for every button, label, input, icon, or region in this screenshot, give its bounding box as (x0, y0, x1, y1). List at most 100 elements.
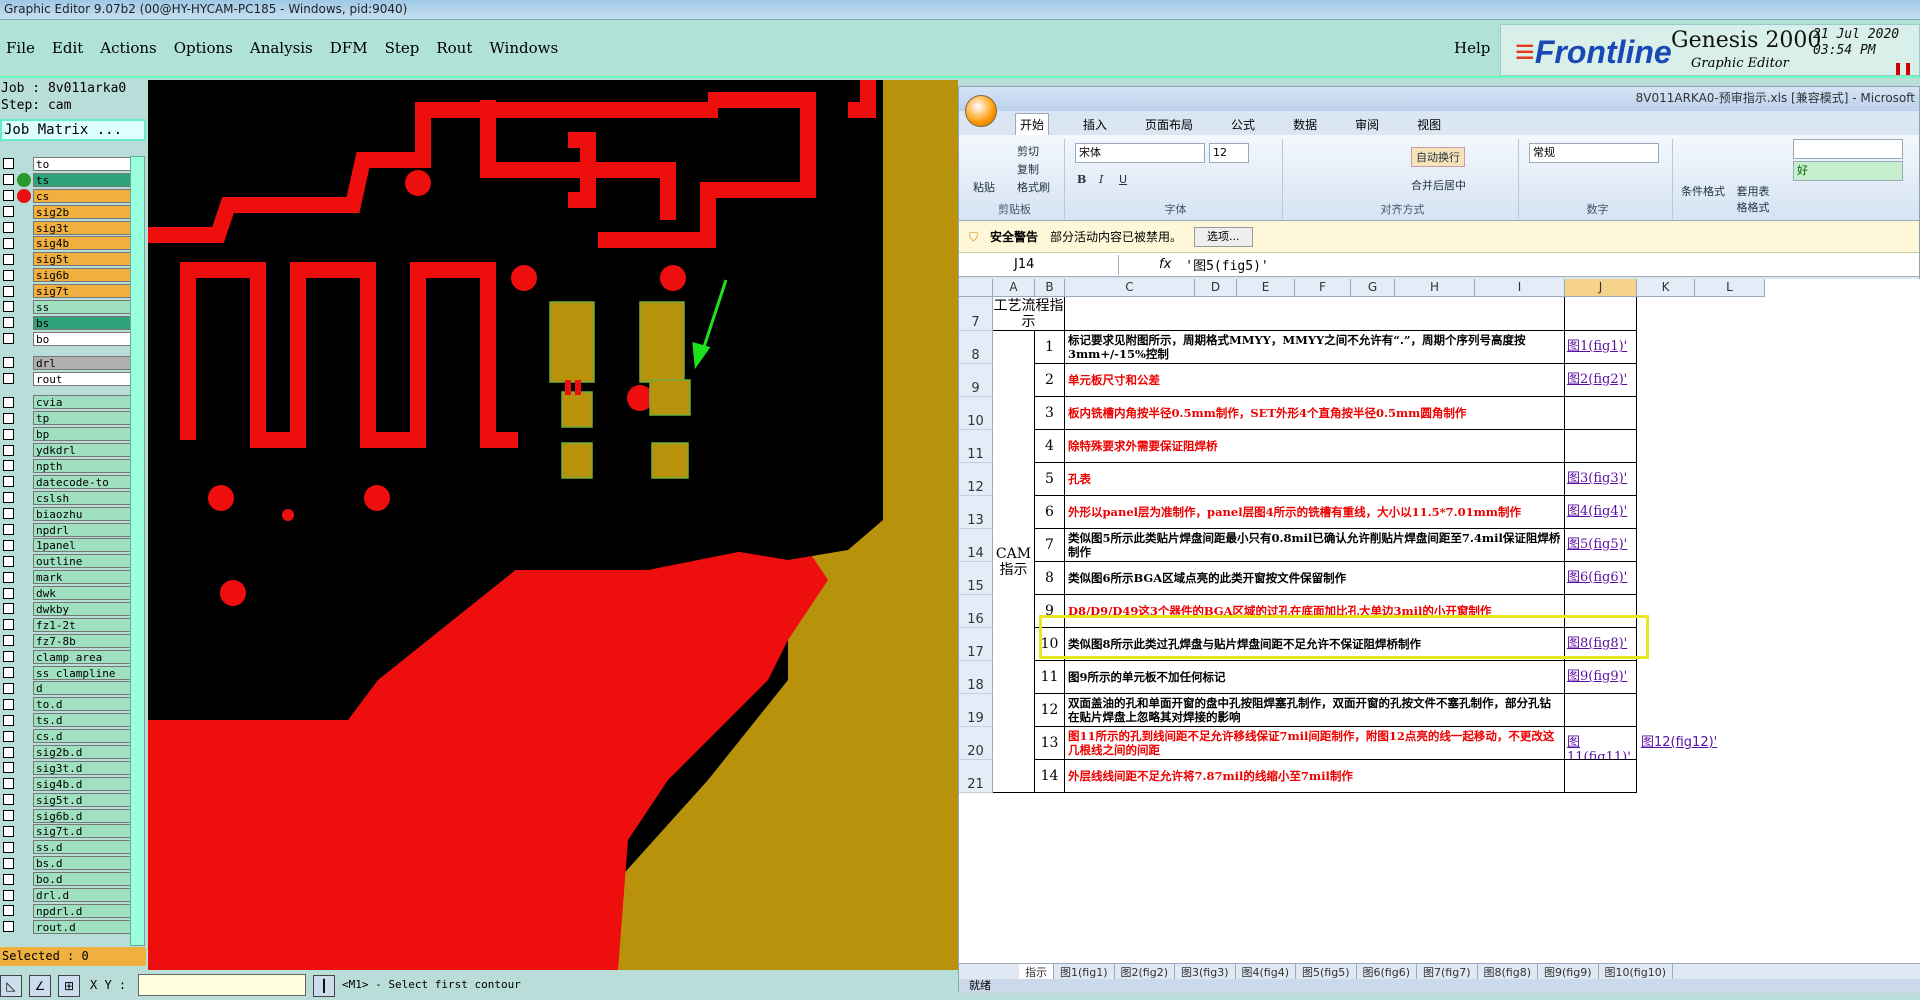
ribbon-tab[interactable]: 页面布局 (1141, 114, 1197, 135)
name-box[interactable]: J14 (959, 254, 1119, 275)
layer-row[interactable]: sig2b (0, 204, 145, 220)
layer-row[interactable]: sig2b.d (0, 744, 145, 760)
layer-checkbox[interactable] (3, 460, 14, 472)
layer-row[interactable]: sig3t.d (0, 760, 145, 776)
layer-row[interactable]: datecode-to (0, 474, 145, 490)
row-header[interactable]: 15 (959, 562, 993, 595)
copy-button[interactable]: 复制 (1017, 161, 1039, 177)
underline-button[interactable]: U (1119, 173, 1127, 186)
column-header[interactable]: L (1695, 279, 1765, 297)
conditional-format-button[interactable]: 条件格式 (1681, 183, 1725, 199)
layer-row[interactable]: ts (0, 172, 145, 188)
figure-link[interactable]: 图3(fig3)' (1565, 463, 1637, 496)
layer-checkbox[interactable] (3, 810, 14, 822)
layer-checkbox[interactable] (3, 428, 14, 440)
number-format-select[interactable]: 常规 (1529, 143, 1659, 163)
figure-link[interactable]: 图1(fig1)' (1565, 331, 1637, 364)
layer-row[interactable]: biaozhu (0, 506, 145, 522)
column-header[interactable]: D (1195, 279, 1237, 297)
options-button[interactable]: 选项... (1194, 226, 1253, 247)
figure-link[interactable]: 图12(fig12)' (1639, 727, 1739, 760)
layer-row[interactable]: ydkdrl (0, 442, 145, 458)
row-header[interactable]: 9 (959, 364, 993, 397)
ribbon-tab[interactable]: 审阅 (1351, 114, 1383, 135)
layer-checkbox[interactable] (3, 794, 14, 806)
figure-link[interactable] (1565, 760, 1637, 793)
font-name-select[interactable]: 宋体 (1075, 143, 1205, 163)
row-header[interactable]: 7 (959, 297, 993, 331)
row-header[interactable]: 11 (959, 430, 993, 463)
cursor-tool-icon[interactable]: ┃ (313, 975, 335, 997)
column-header[interactable]: B (1035, 279, 1065, 297)
row-header[interactable]: 19 (959, 694, 993, 727)
sheet-tab[interactable]: 图7(fig7) (1417, 964, 1478, 979)
layer-row[interactable]: npth (0, 458, 145, 474)
layer-row[interactable]: ts.d (0, 712, 145, 728)
layer-checkbox[interactable] (3, 905, 14, 917)
layer-checkbox[interactable] (3, 222, 14, 233)
layer-checkbox[interactable] (3, 730, 14, 742)
layer-row[interactable]: bs.d (0, 855, 145, 871)
formula-input[interactable]: '图5(fig5)' (1171, 255, 1268, 274)
layer-row[interactable] (0, 386, 145, 394)
figure-link[interactable]: 图4(fig4)' (1565, 496, 1637, 529)
cut-button[interactable]: 剪切 (1017, 143, 1039, 159)
figure-link[interactable] (1565, 397, 1637, 430)
row-header[interactable]: 12 (959, 463, 993, 496)
layer-row[interactable]: sig5t.d (0, 792, 145, 808)
sheet-tab[interactable]: 图10(fig10) (1599, 964, 1673, 979)
layer-checkbox[interactable] (3, 237, 14, 249)
layer-checkbox[interactable] (3, 635, 14, 647)
sheet-tab[interactable]: 图4(fig4) (1236, 964, 1296, 979)
layer-checkbox[interactable] (3, 698, 14, 710)
layer-row[interactable]: bp (0, 426, 145, 442)
column-header[interactable]: G (1351, 279, 1395, 297)
menu-windows[interactable]: Windows (489, 39, 558, 57)
office-button-icon[interactable] (965, 95, 997, 127)
ribbon-tab[interactable]: 公式 (1227, 114, 1259, 135)
layer-row[interactable]: mark (0, 569, 145, 585)
layer-checkbox[interactable] (3, 539, 14, 551)
layer-checkbox[interactable] (3, 619, 14, 631)
layer-checkbox[interactable] (3, 841, 14, 853)
layer-row[interactable]: dwk (0, 585, 145, 601)
format-painter-button[interactable]: 格式刷 (1017, 179, 1050, 195)
column-header[interactable]: E (1237, 279, 1295, 297)
worksheet-grid[interactable]: A B C D E F G H I J K L 7 工艺流程指示 8 1 标记要求见附图所示，周期格式MMYY，… (959, 279, 1920, 963)
paste-button[interactable]: 粘贴 (973, 179, 995, 195)
layer-checkbox[interactable] (3, 555, 14, 567)
column-header[interactable]: H (1395, 279, 1475, 297)
sheet-tab[interactable]: 图5(fig5) (1296, 964, 1357, 979)
ribbon-tab[interactable]: 视图 (1413, 114, 1445, 135)
layer-checkbox[interactable] (3, 889, 14, 901)
style-normal[interactable] (1793, 139, 1903, 159)
layer-checkbox[interactable] (3, 825, 14, 837)
layer-row[interactable]: sig4b (0, 235, 145, 251)
help-menu[interactable]: Help (1454, 39, 1490, 57)
row-header[interactable]: 14 (959, 529, 993, 562)
sheet-tab[interactable]: 图6(fig6) (1357, 964, 1417, 979)
layer-row[interactable]: drl.d (0, 887, 145, 903)
layer-checkbox[interactable] (3, 285, 14, 297)
ribbon-tab[interactable]: 数据 (1289, 114, 1321, 135)
layer-row[interactable]: npdrl (0, 522, 145, 538)
job-matrix-button[interactable]: Job Matrix ... (0, 119, 146, 141)
layer-checkbox[interactable] (3, 603, 14, 615)
font-size-select[interactable]: 12 (1209, 143, 1249, 163)
layer-checkbox[interactable] (3, 873, 14, 885)
layer-checkbox[interactable] (3, 301, 14, 313)
layer-row[interactable]: to.d (0, 696, 145, 712)
row-header[interactable]: 13 (959, 496, 993, 529)
layer-row[interactable]: cslsh (0, 490, 145, 506)
grid-tool-icon[interactable]: ⊞ (58, 975, 80, 997)
layer-row[interactable]: fz7-8b (0, 633, 145, 649)
column-header[interactable]: K (1637, 279, 1695, 297)
row-header[interactable]: 16 (959, 595, 993, 628)
layer-checkbox[interactable] (3, 857, 14, 869)
layer-row[interactable]: outline (0, 553, 145, 569)
layer-checkbox[interactable] (3, 333, 14, 345)
table-format-button[interactable]: 套用表格格式 (1733, 183, 1773, 215)
sheet-tab[interactable]: 图2(fig2) (1115, 964, 1175, 979)
menu-edit[interactable]: Edit (52, 39, 83, 57)
layer-row[interactable]: fz1-2t (0, 617, 145, 633)
